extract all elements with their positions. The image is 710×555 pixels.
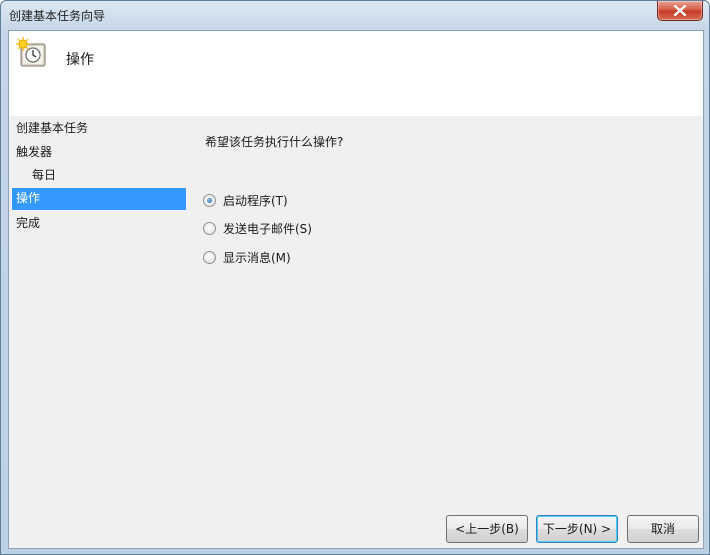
radio-start-program[interactable] <box>203 193 216 207</box>
wizard-window: 创建基本任务向导 操作 创建基本任务 触发器 每日 操作 完成 希望该任务执行什… <box>0 0 710 555</box>
next-button[interactable]: 下一步(N) > <box>536 515 618 543</box>
title-bar[interactable]: 创建基本任务向导 <box>1 1 709 29</box>
option-send-email[interactable]: 发送电子邮件(S) <box>203 219 312 237</box>
step-finish[interactable]: 完成 <box>12 213 186 235</box>
step-daily[interactable]: 每日 <box>12 165 186 187</box>
cancel-button[interactable]: 取消 <box>627 515 699 543</box>
radio-send-email[interactable] <box>203 221 216 235</box>
clock-task-icon <box>16 37 46 67</box>
wizard-step-list: 创建基本任务 触发器 每日 操作 完成 <box>9 116 189 316</box>
page-title: 操作 <box>66 52 94 68</box>
radio-show-message[interactable] <box>203 250 216 264</box>
option-label[interactable]: 发送电子邮件(S) <box>223 220 312 237</box>
step-trigger[interactable]: 触发器 <box>12 142 186 164</box>
option-show-message[interactable]: 显示消息(M) <box>203 248 291 266</box>
close-button[interactable] <box>657 1 703 21</box>
wizard-header: 操作 <box>9 31 703 116</box>
option-label[interactable]: 显示消息(M) <box>223 249 291 266</box>
step-create-basic-task[interactable]: 创建基本任务 <box>12 118 186 140</box>
wizard-client-area: 操作 创建基本任务 触发器 每日 操作 完成 希望该任务执行什么操作? 启动程序… <box>8 30 704 549</box>
option-label[interactable]: 启动程序(T) <box>223 192 288 209</box>
back-button[interactable]: <上一步(B) <box>446 515 528 543</box>
option-start-program[interactable]: 启动程序(T) <box>203 191 288 209</box>
window-title: 创建基本任务向导 <box>9 9 106 23</box>
action-question: 希望该任务执行什么操作? <box>205 135 344 149</box>
close-icon <box>673 5 687 16</box>
step-action[interactable]: 操作 <box>12 188 186 210</box>
